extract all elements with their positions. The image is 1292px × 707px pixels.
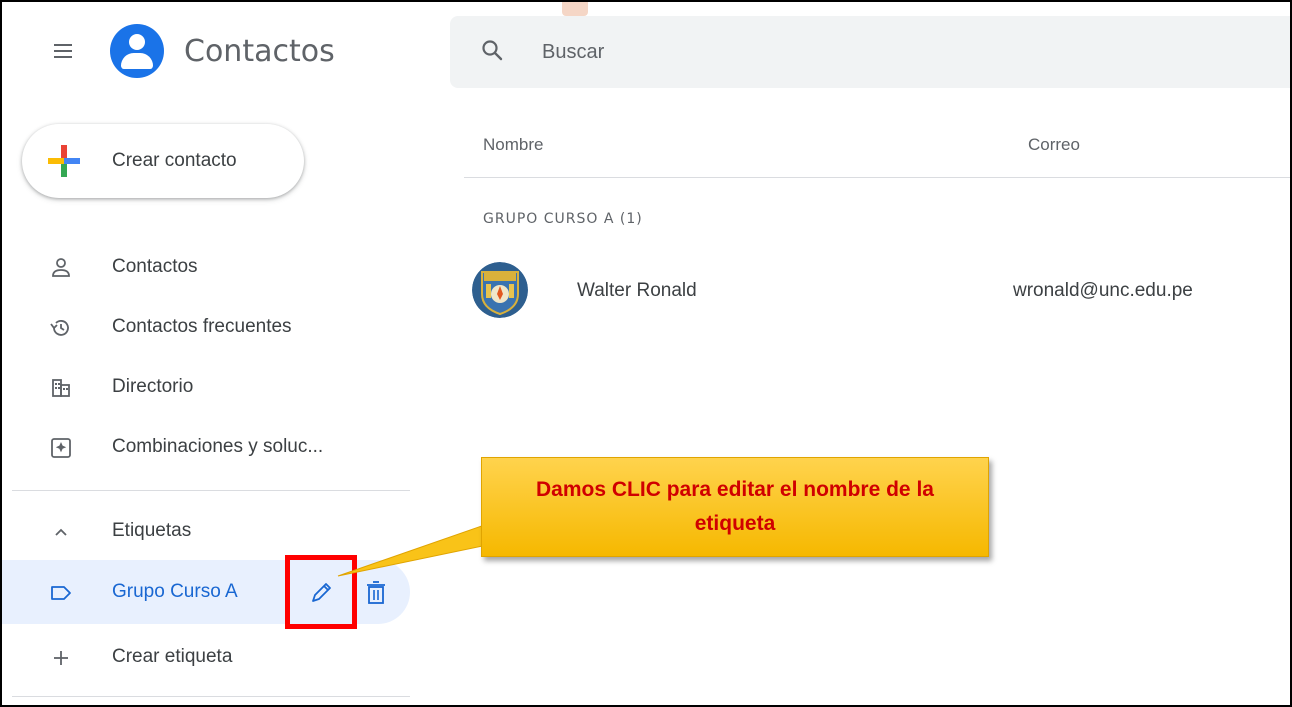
top-accent-mark [562,2,588,16]
colorful-plus-icon [48,145,80,177]
create-contact-button[interactable]: Crear contacto [22,124,304,198]
search-bar[interactable] [450,16,1290,88]
callout-text: Damos CLIC para editar el nombre de la e… [536,478,934,535]
sidebar-divider [12,490,410,491]
sidebar-item-label: Combinaciones y soluc... [112,436,324,457]
labels-section-title: Etiquetas [112,520,192,541]
sidebar-item-label: Contactos [112,256,198,277]
sidebar-item-label: Contactos frecuentes [112,316,292,337]
merge-icon [51,438,71,458]
edit-icon-highlight-box [285,555,357,629]
search-input[interactable] [542,38,1142,66]
create-label-text: Crear etiqueta [112,646,233,667]
contact-avatar[interactable] [472,262,528,318]
sidebar-item-label: Directorio [112,376,194,397]
sidebar-divider [12,696,410,697]
header-divider [464,177,1290,178]
history-icon [50,320,69,336]
table-row[interactable]: Walter Ronald wronald@unc.edu.pe [464,258,1290,322]
sidebar-item-contacts[interactable]: Contactos [2,238,410,296]
directory-icon [52,379,70,397]
app-title[interactable]: Contactos [184,34,335,69]
person-icon [52,258,70,277]
contact-name: Walter Ronald [577,280,697,301]
trash-delete-icon[interactable] [364,579,388,607]
create-label-button[interactable]: Crear etiqueta [2,628,410,686]
labels-section-header[interactable]: Etiquetas [2,502,410,560]
app-window: Contactos Crear contacto Contactos Con [0,0,1292,707]
sidebar-item-frequent[interactable]: Contactos frecuentes [2,298,410,356]
chevron-up-icon[interactable] [48,519,74,545]
create-contact-label: Crear contacto [112,150,237,171]
group-heading: GRUPO CURSO A (1) [483,211,643,227]
contact-email: wronald@unc.edu.pe [1013,280,1193,301]
search-icon[interactable] [480,38,504,62]
label-icon [51,586,71,600]
sidebar-label-name: Grupo Curso A [112,581,238,602]
main-menu-icon[interactable] [54,44,72,58]
plus-icon [54,651,68,665]
contacts-logo-icon[interactable] [110,24,164,78]
sidebar-item-directory[interactable]: Directorio [2,358,410,416]
column-header-name[interactable]: Nombre [483,135,543,155]
annotation-callout: Damos CLIC para editar el nombre de la e… [481,457,989,557]
sidebar-item-merge[interactable]: Combinaciones y soluc... [2,418,410,476]
column-header-email[interactable]: Correo [1028,135,1080,155]
